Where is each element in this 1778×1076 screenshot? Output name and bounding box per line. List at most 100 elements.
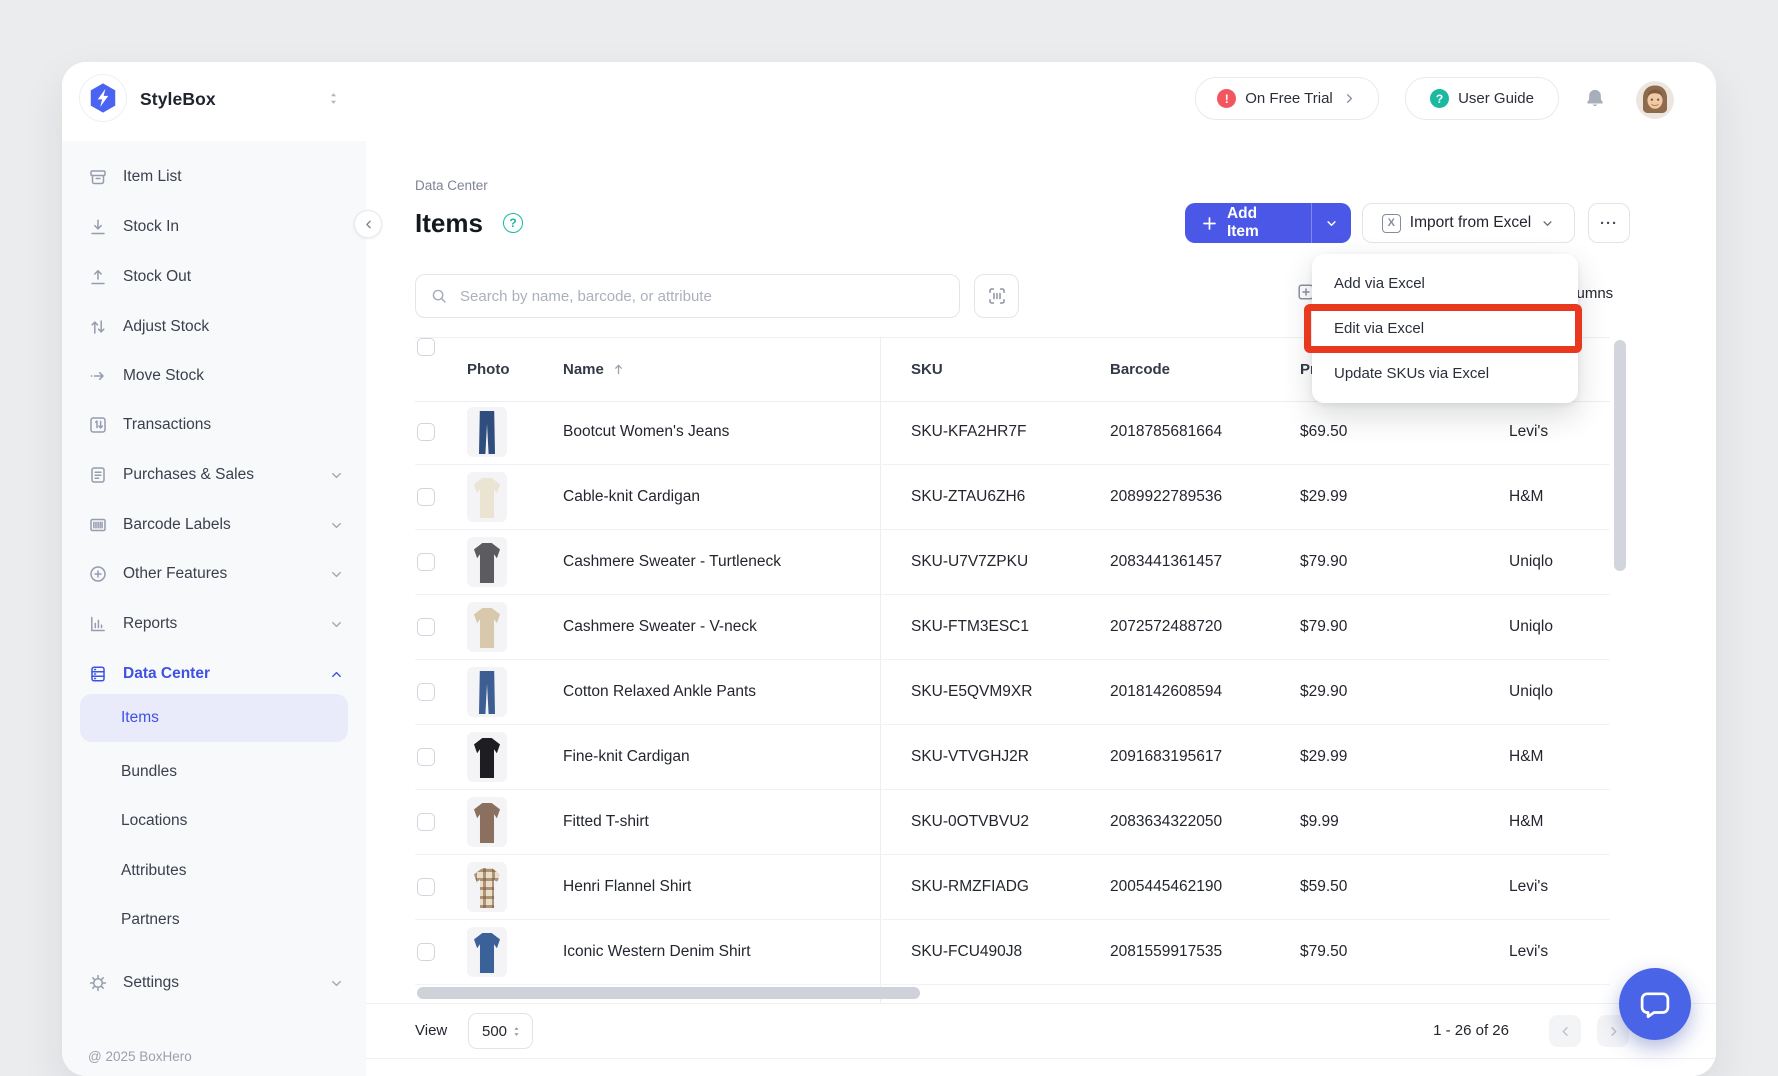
arrow-up-out-icon: [88, 267, 108, 287]
menu-item-edit-via-excel[interactable]: Edit via Excel: [1312, 306, 1578, 351]
sidebar-item-move-stock[interactable]: Move Stock: [62, 351, 366, 401]
gear-icon: [88, 973, 108, 993]
item-brand: Levi's: [1509, 400, 1548, 464]
item-sku: SKU-FTM3ESC1: [911, 595, 1029, 659]
select-all-checkbox[interactable]: [417, 338, 435, 356]
row-checkbox[interactable]: [417, 423, 435, 441]
search-bar[interactable]: [415, 274, 960, 318]
sidebar-subitem-attributes[interactable]: Attributes: [62, 846, 366, 896]
table-row[interactable]: Henri Flannel Shirt SKU-RMZFIADG 2005445…: [415, 855, 1610, 920]
menu-item-update-skus-via-excel[interactable]: Update SKUs via Excel: [1312, 351, 1578, 396]
item-name[interactable]: Iconic Western Denim Shirt: [563, 920, 751, 984]
sidebar-item-label: Move Stock: [123, 367, 204, 385]
item-sku: SKU-RMZFIADG: [911, 855, 1029, 919]
sidebar-item-label: Purchases & Sales: [123, 466, 254, 484]
sidebar-item-data-center[interactable]: Data Center: [62, 649, 366, 699]
row-checkbox[interactable]: [417, 813, 435, 831]
table-row[interactable]: Bootcut Women's Jeans SKU-KFA2HR7F 20187…: [415, 400, 1610, 465]
chat-support-button[interactable]: [1619, 968, 1691, 1040]
horizontal-scrollbar[interactable]: [417, 987, 920, 999]
table-row[interactable]: Cashmere Sweater - Turtleneck SKU-U7V7ZP…: [415, 530, 1610, 595]
row-checkbox[interactable]: [417, 618, 435, 636]
chevron-left-icon: [1558, 1024, 1573, 1039]
sidebar-item-settings[interactable]: Settings: [62, 958, 366, 1008]
item-name[interactable]: Fine-knit Cardigan: [563, 725, 690, 789]
user-guide-button[interactable]: ? User Guide: [1405, 77, 1559, 120]
arrow-down-in-icon: [88, 217, 108, 237]
sidebar-subitem-label: Locations: [121, 812, 187, 830]
arrows-up-down-icon: [88, 317, 108, 337]
table-row[interactable]: Fitted T-shirt SKU-0OTVBVU2 208363432205…: [415, 790, 1610, 855]
sidebar-item-transactions[interactable]: Transactions: [62, 400, 366, 450]
item-name[interactable]: Fitted T-shirt: [563, 790, 649, 854]
column-header-photo[interactable]: Photo: [467, 338, 510, 401]
import-from-excel-button[interactable]: X Import from Excel: [1362, 203, 1575, 243]
sidebar-item-stock-in[interactable]: Stock In: [62, 202, 366, 252]
column-header-barcode[interactable]: Barcode: [1110, 338, 1170, 401]
view-label: View: [415, 1004, 447, 1058]
box-icon: [88, 167, 108, 187]
free-trial-button[interactable]: ! On Free Trial: [1195, 77, 1379, 120]
row-checkbox[interactable]: [417, 878, 435, 896]
item-barcode: 2018142608594: [1110, 660, 1222, 724]
sidebar-item-purchases-sales[interactable]: Purchases & Sales: [62, 450, 366, 500]
previous-page-button[interactable]: [1549, 1015, 1581, 1047]
page-size-value: 500: [482, 1023, 507, 1040]
chevron-up-icon: [329, 667, 344, 682]
sidebar-collapse-button[interactable]: [354, 210, 382, 238]
dot-arrow-right-icon: [88, 366, 108, 386]
table-row[interactable]: Cotton Relaxed Ankle Pants SKU-E5QVM9XR …: [415, 660, 1610, 725]
row-checkbox[interactable]: [417, 748, 435, 766]
barcode-scan-icon: [987, 286, 1007, 306]
sidebar-subitem-items[interactable]: Items: [80, 694, 348, 742]
more-actions-button[interactable]: ···: [1588, 203, 1630, 243]
table-row[interactable]: Cashmere Sweater - V-neck SKU-FTM3ESC1 2…: [415, 595, 1610, 660]
row-checkbox[interactable]: [417, 943, 435, 961]
sidebar-subitem-partners[interactable]: Partners: [62, 895, 366, 945]
user-avatar[interactable]: [1636, 81, 1674, 119]
add-item-button[interactable]: Add Item: [1185, 203, 1351, 243]
sidebar-item-stock-out[interactable]: Stock Out: [62, 252, 366, 302]
item-brand: H&M: [1509, 725, 1543, 789]
item-name[interactable]: Henri Flannel Shirt: [563, 855, 691, 919]
page-size-stepper[interactable]: 500: [468, 1013, 533, 1049]
workspace-switcher-icon[interactable]: [326, 91, 341, 106]
sidebar-item-barcode-labels[interactable]: Barcode Labels: [62, 500, 366, 550]
barcode-scan-button[interactable]: [974, 274, 1019, 318]
row-checkbox[interactable]: [417, 553, 435, 571]
item-barcode: 2083441361457: [1110, 530, 1222, 594]
row-checkbox[interactable]: [417, 683, 435, 701]
item-name[interactable]: Cotton Relaxed Ankle Pants: [563, 660, 756, 724]
sidebar-subitem-locations[interactable]: Locations: [62, 796, 366, 846]
item-name[interactable]: Cashmere Sweater - V-neck: [563, 595, 757, 659]
item-name[interactable]: Cable-knit Cardigan: [563, 465, 700, 529]
item-barcode: 2018785681664: [1110, 400, 1222, 464]
menu-item-add-via-excel[interactable]: Add via Excel: [1312, 261, 1578, 306]
sort-ascending-icon: [611, 362, 626, 377]
garment-shape: [479, 411, 495, 454]
main-content: Data Center Items ? Add Item X Import fr…: [366, 141, 1716, 1076]
search-icon: [430, 287, 448, 305]
sidebar-item-other-features[interactable]: Other Features: [62, 549, 366, 599]
column-header-sku[interactable]: SKU: [911, 338, 943, 401]
sidebar-item-reports[interactable]: Reports: [62, 599, 366, 649]
notifications-bell-icon[interactable]: [1583, 87, 1607, 111]
table-row[interactable]: Fine-knit Cardigan SKU-VTVGHJ2R 20916831…: [415, 725, 1610, 790]
item-brand: Uniqlo: [1509, 660, 1553, 724]
item-name[interactable]: Bootcut Women's Jeans: [563, 400, 729, 464]
vertical-scrollbar[interactable]: [1614, 340, 1626, 571]
help-icon[interactable]: ?: [503, 213, 523, 233]
sidebar-item-item-list[interactable]: Item List: [62, 152, 366, 202]
table-row[interactable]: Iconic Western Denim Shirt SKU-FCU490J8 …: [415, 920, 1610, 985]
add-item-dropdown-toggle[interactable]: [1311, 203, 1351, 243]
sidebar-item-adjust-stock[interactable]: Adjust Stock: [62, 302, 366, 352]
garment-shape: [479, 671, 495, 714]
pagination-range: 1 - 26 of 26: [1433, 1004, 1509, 1058]
row-checkbox[interactable]: [417, 488, 435, 506]
column-header-name[interactable]: Name: [563, 338, 626, 401]
item-name[interactable]: Cashmere Sweater - Turtleneck: [563, 530, 781, 594]
sidebar-item-label: Barcode Labels: [123, 516, 231, 534]
search-input[interactable]: [458, 287, 945, 306]
table-row[interactable]: Cable-knit Cardigan SKU-ZTAU6ZH6 2089922…: [415, 465, 1610, 530]
sidebar-subitem-bundles[interactable]: Bundles: [62, 747, 366, 797]
